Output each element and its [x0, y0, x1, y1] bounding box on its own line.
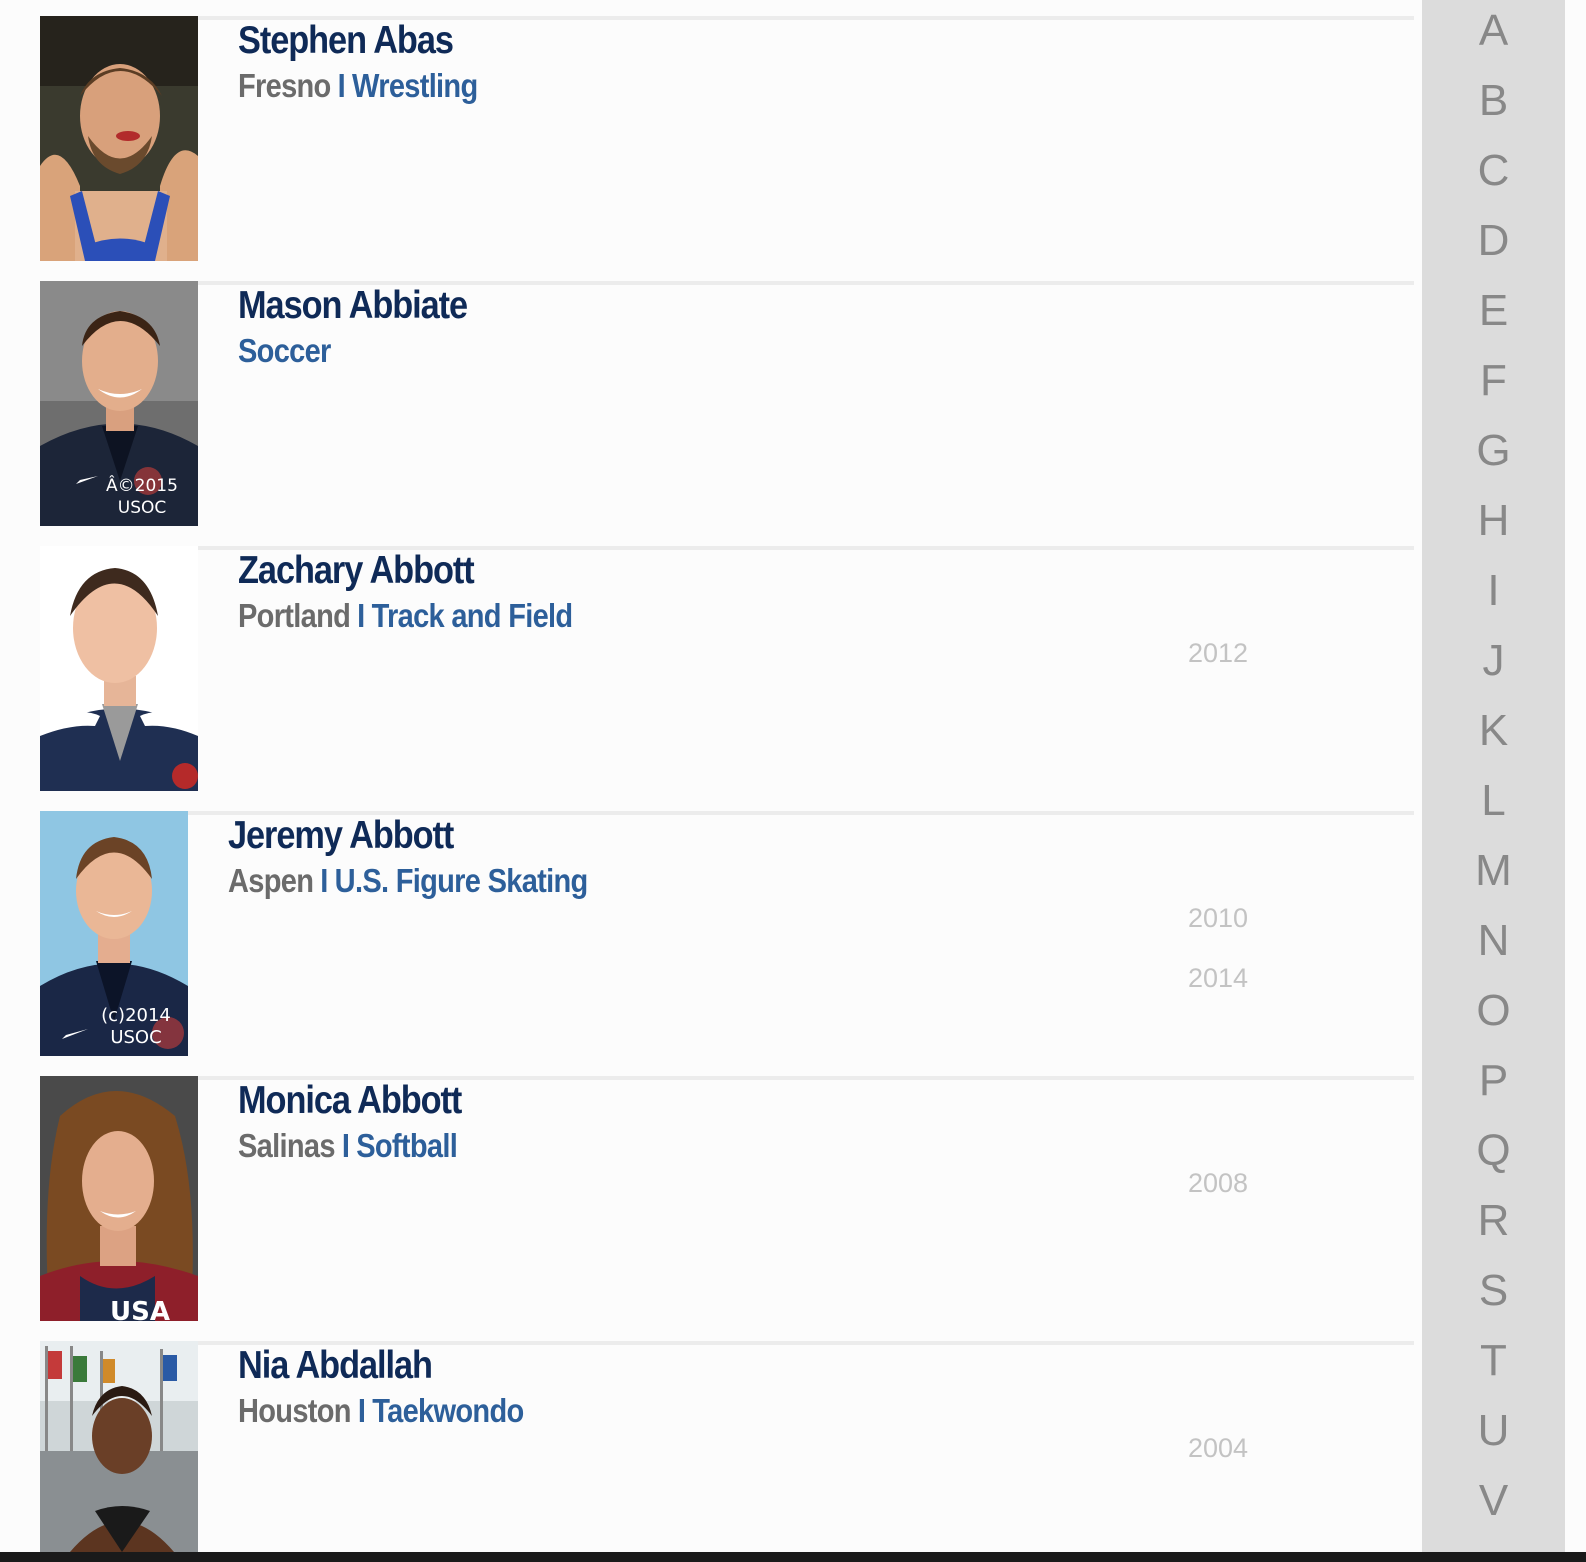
athlete-name[interactable]: Nia Abdallah — [238, 1343, 524, 1389]
alpha-letter-a[interactable]: A — [1422, 6, 1565, 56]
athlete-name[interactable]: Mason Abbiate — [238, 283, 468, 329]
alpha-letter-d[interactable]: D — [1422, 216, 1565, 266]
athlete-sport-link[interactable]: Track and Field — [372, 597, 574, 634]
athlete-info: Nia Abdallah Houston I Taekwondo — [238, 1343, 562, 1433]
alpha-letter-v[interactable]: V — [1422, 1476, 1565, 1526]
games-year: 2014 — [1188, 963, 1249, 993]
meta-separator: I — [337, 67, 346, 104]
alpha-letter-m[interactable]: M — [1422, 846, 1565, 896]
footer-strip — [0, 1552, 1586, 1562]
alpha-letter-n[interactable]: N — [1422, 916, 1565, 966]
athlete-row: Â©2015 USOC Mason Abbiate Soccer — [0, 281, 1420, 546]
alpha-letter-o[interactable]: O — [1422, 986, 1565, 1036]
alpha-letter-k[interactable]: K — [1422, 706, 1565, 756]
alpha-letter-p[interactable]: P — [1422, 1056, 1565, 1106]
athlete-name[interactable]: Zachary Abbott — [238, 548, 572, 594]
athlete-row: (c)2014 USOC Jeremy Abbott Aspen I U.S. Fi… — [0, 811, 1420, 1076]
athlete-info: Zachary Abbott Portland I Track and Field — [238, 548, 618, 638]
athlete-meta: Aspen I U.S. Figure Skating — [228, 859, 588, 903]
alpha-letter-f[interactable]: F — [1422, 356, 1565, 406]
athlete-photo[interactable] — [40, 16, 198, 261]
athlete-meta: Fresno I Wrestling — [238, 64, 478, 108]
meta-separator: I — [341, 1127, 350, 1164]
games-year: 2004 — [1188, 1433, 1249, 1463]
athlete-photo[interactable] — [40, 1341, 198, 1552]
alpha-letter-t[interactable]: T — [1422, 1336, 1565, 1386]
alpha-letter-b[interactable]: B — [1422, 76, 1565, 126]
athlete-city: Fresno — [238, 67, 331, 104]
athlete-sport-link[interactable]: Softball — [356, 1127, 458, 1164]
athlete-row: USA Monica Abbott Salinas I Softball 2008 — [0, 1076, 1420, 1341]
athlete-photo[interactable]: USA — [40, 1076, 198, 1321]
athlete-name[interactable]: Monica Abbott — [238, 1078, 462, 1124]
alpha-letter-j[interactable]: J — [1422, 636, 1565, 686]
athlete-sport-link[interactable]: U.S. Figure Skating — [335, 862, 589, 899]
athlete-name[interactable]: Stephen Abas — [238, 18, 477, 64]
alpha-letter-u[interactable]: U — [1422, 1406, 1565, 1456]
athlete-row: Stephen Abas Fresno I Wrestling — [0, 16, 1420, 281]
athlete-sport-link[interactable]: Soccer — [238, 332, 331, 369]
athlete-meta: Soccer — [238, 329, 467, 373]
games-year: 2012 — [1188, 638, 1249, 668]
athlete-info: Jeremy Abbott Aspen I U.S. Figure Skating — [228, 813, 637, 903]
alpha-letter-s[interactable]: S — [1422, 1266, 1565, 1316]
athlete-row: Zachary Abbott Portland I Track and Field … — [0, 546, 1420, 811]
games-year: 2010 — [1188, 903, 1249, 933]
alpha-letter-l[interactable]: L — [1422, 776, 1565, 826]
athlete-meta: Houston I Taekwondo — [238, 1389, 524, 1433]
athlete-photo[interactable]: (c)2014 USOC — [40, 811, 188, 1056]
photo-watermark: USOC — [118, 498, 167, 518]
alpha-letter-q[interactable]: Q — [1422, 1126, 1565, 1176]
athlete-name[interactable]: Jeremy Abbott — [228, 813, 588, 859]
athlete-city: Portland — [238, 597, 351, 634]
athlete-photo[interactable] — [40, 546, 198, 791]
alpha-letter-h[interactable]: H — [1422, 496, 1565, 546]
athlete-photo[interactable]: Â©2015 USOC — [40, 281, 198, 526]
games-year: 2008 — [1188, 1168, 1249, 1198]
athlete-directory-page: Stephen Abas Fresno I Wrestling Â©2015 U… — [0, 0, 1586, 1562]
meta-separator: I — [320, 862, 328, 899]
alpha-letter-c[interactable]: C — [1422, 146, 1565, 196]
athlete-meta: Portland I Track and Field — [238, 594, 574, 638]
alpha-letter-r[interactable]: R — [1422, 1196, 1565, 1246]
athlete-city: Salinas — [238, 1127, 335, 1164]
athlete-row: Nia Abdallah Houston I Taekwondo 2004 — [0, 1341, 1420, 1552]
photo-watermark: USA — [110, 1297, 170, 1321]
photo-watermark: (c)2014 — [101, 1005, 171, 1026]
alphabet-index: A B C D E F G H I J K L M N O P Q R S T … — [1422, 0, 1565, 1552]
athlete-info: Monica Abbott Salinas I Softball — [238, 1078, 492, 1168]
alpha-letter-i[interactable]: I — [1422, 566, 1565, 616]
meta-separator: I — [357, 597, 365, 634]
athlete-meta: Salinas I Softball — [238, 1124, 461, 1168]
alpha-letter-g[interactable]: G — [1422, 426, 1565, 476]
athlete-sport-link[interactable]: Wrestling — [352, 67, 478, 104]
athlete-city: Houston — [238, 1392, 352, 1429]
photo-watermark: USOC — [110, 1027, 161, 1048]
meta-separator: I — [357, 1392, 366, 1429]
athlete-list: Stephen Abas Fresno I Wrestling Â©2015 U… — [0, 0, 1420, 1552]
athlete-sport-link[interactable]: Taekwondo — [372, 1392, 524, 1429]
photo-watermark: Â©2015 — [106, 474, 178, 496]
athlete-info: Stephen Abas Fresno I Wrestling — [238, 18, 510, 108]
athlete-city: Aspen — [228, 862, 314, 899]
athlete-info: Mason Abbiate Soccer — [238, 283, 498, 373]
alpha-letter-e[interactable]: E — [1422, 286, 1565, 336]
